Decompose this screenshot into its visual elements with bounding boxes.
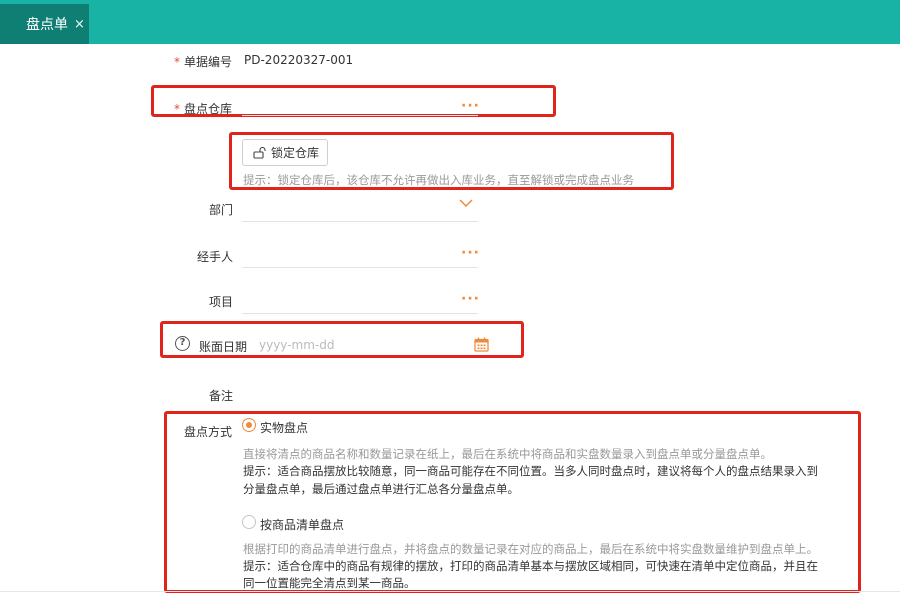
book-date-input[interactable]: yyyy-mm-dd — [259, 338, 334, 352]
handler-more-icon[interactable]: ··· — [461, 246, 480, 260]
option-by-list-tip-line2: 同一位置能完全清点到某一商品。 — [243, 576, 416, 590]
option-physical-label: 实物盘点 — [260, 421, 309, 435]
project-more-icon[interactable]: ··· — [461, 292, 480, 306]
book-date-label: 账面日期 — [199, 340, 248, 354]
option-by-list-tip-line1: 提示：适合仓库中的商品有规律的摆放，打印的商品清单基本与摆放区域相同，可快速在清… — [243, 559, 818, 573]
tab-title: 盘点单 — [26, 17, 68, 33]
help-icon[interactable]: ? — [175, 336, 190, 351]
dept-select[interactable] — [242, 221, 478, 222]
calendar-icon[interactable] — [474, 337, 489, 352]
lock-warehouse-label: 锁定仓库 — [271, 146, 320, 160]
doc-no-value: PD-20220327-001 — [244, 53, 354, 67]
dept-label: 部门 — [209, 203, 234, 217]
chevron-down-icon[interactable] — [459, 199, 473, 208]
handler-label: 经手人 — [197, 250, 234, 264]
project-input[interactable] — [242, 313, 478, 314]
lock-hint: 提示：锁定仓库后，该仓库不允许再做出入库业务，直至解锁或完成盘点业务 — [243, 173, 634, 187]
project-label: 项目 — [209, 295, 234, 309]
option-physical-desc: 直接将清点的商品名称和数量记录在纸上，最后在系统中将商品和实盘数量录入到盘点单或… — [243, 447, 772, 461]
method-label: 盘点方式 — [184, 425, 233, 439]
option-by-list-label: 按商品清单盘点 — [260, 518, 345, 532]
top-bar — [0, 0, 900, 44]
handler-input[interactable] — [242, 267, 478, 268]
radio-physical[interactable] — [242, 418, 256, 432]
warehouse-input[interactable] — [242, 115, 478, 116]
tab-stocktake[interactable]: 盘点单 × — [0, 4, 89, 44]
lock-icon — [253, 146, 266, 159]
warehouse-more-icon[interactable]: ··· — [461, 99, 480, 113]
remark-label: 备注 — [209, 389, 234, 403]
lock-warehouse-button[interactable]: 锁定仓库 — [242, 139, 328, 166]
option-by-list-desc: 根据打印的商品清单进行盘点，并将盘点的数量记录在对应的商品上，最后在系统中将实盘… — [243, 542, 818, 556]
radio-by-list[interactable] — [242, 515, 256, 529]
doc-no-label: * 单据编号 — [174, 55, 233, 69]
divider — [0, 591, 900, 592]
warehouse-label: * 盘点仓库 — [174, 102, 233, 116]
option-physical-tip-line2: 分量盘点单，最后通过盘点单进行汇总各分量盘点单。 — [243, 482, 519, 496]
option-physical-tip-line1: 提示：适合商品摆放比较随意，同一商品可能存在不同位置。当多人同时盘点时，建议将每… — [243, 464, 818, 478]
tab-close-icon[interactable]: × — [74, 17, 85, 32]
